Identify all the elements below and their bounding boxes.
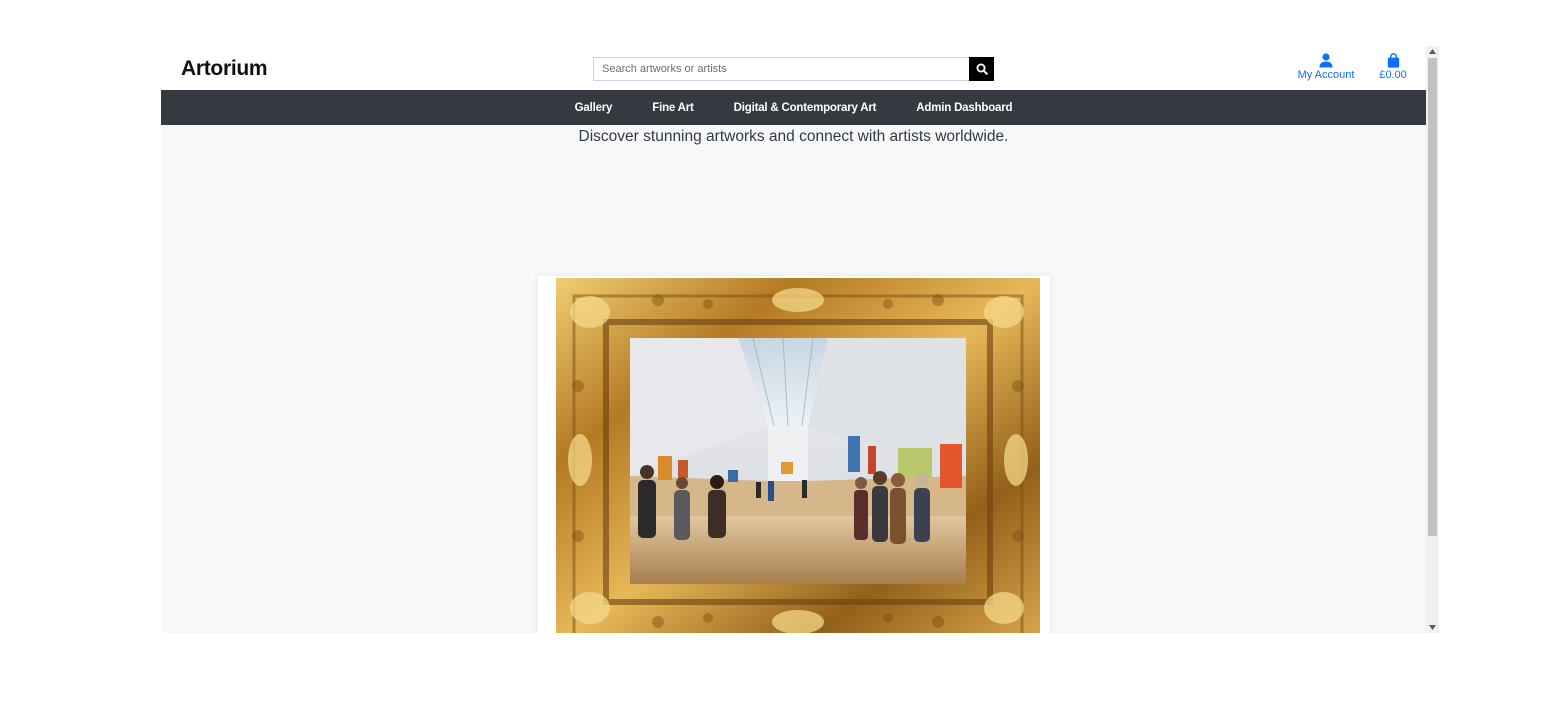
nav-item-gallery[interactable]: Gallery [555,102,633,114]
shopping-bag-icon [1387,53,1399,68]
search-bar [593,57,994,81]
nav-item-fine-art[interactable]: Fine Art [632,102,713,114]
framed-gallery-image [556,278,1040,633]
search-input[interactable] [593,57,969,81]
site-logo[interactable]: Artorium [181,57,268,81]
hero-tagline: Discover stunning artworks and connect w… [578,128,1009,145]
cart-link[interactable]: £0.00 [1374,52,1412,81]
scroll-up-arrow[interactable] [1426,46,1439,57]
vertical-scrollbar[interactable] [1426,46,1439,633]
hero-image [538,276,1050,633]
browser-viewport: Artorium My Account £0.00 [161,46,1439,633]
search-icon [976,63,988,75]
main-navbar: Gallery Fine Art Digital & Contemporary … [161,90,1426,125]
nav-item-admin-dashboard[interactable]: Admin Dashboard [896,102,1032,114]
site-header: Artorium My Account £0.00 [161,46,1426,90]
user-icon [1319,53,1333,68]
scrollbar-thumb[interactable] [1428,58,1437,536]
my-account-link[interactable]: My Account [1295,52,1357,81]
my-account-label: My Account [1297,69,1355,81]
triangle-up-icon [1429,49,1436,54]
search-button[interactable] [969,57,994,81]
nav-item-digital-contemporary-art[interactable]: Digital & Contemporary Art [714,102,897,114]
scroll-down-arrow[interactable] [1426,622,1439,633]
cart-total: £0.00 [1379,69,1407,81]
triangle-down-icon [1429,625,1436,630]
